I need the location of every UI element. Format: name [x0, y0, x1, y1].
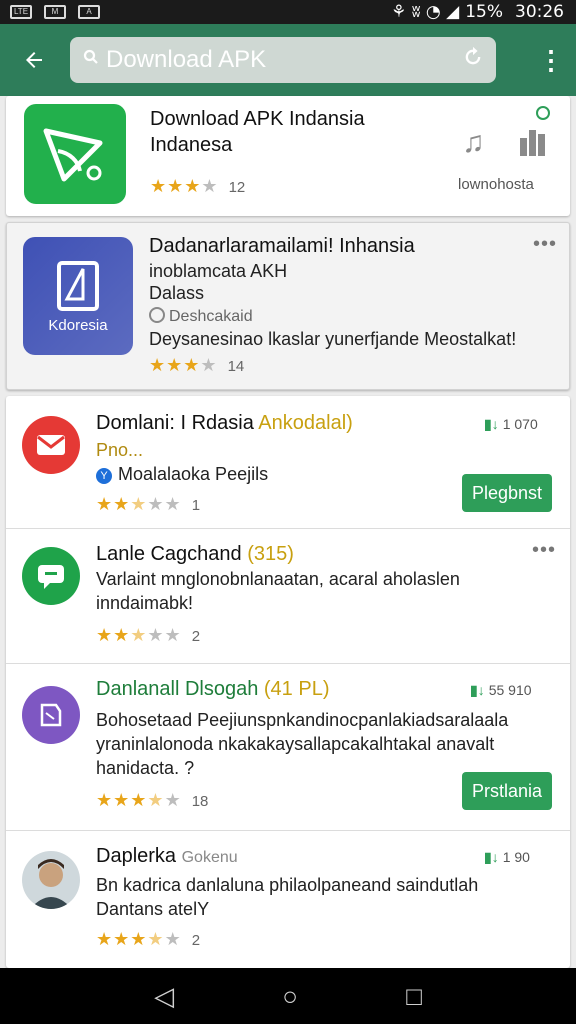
list-item-rating: ★★★★★ 2 — [96, 625, 201, 645]
mail-icon: M — [44, 5, 66, 19]
list-item[interactable]: Domlani: I Rdasia Ankodalal) Pno... Y Moa… — [6, 396, 570, 528]
signal-icons: ⚘ ʬ ◔ ◢ — [391, 2, 460, 22]
recents-nav-icon[interactable]: □ — [406, 981, 422, 1012]
list-item-desc: Bohosetaad Peejiunspnkandinocpanlakiadsa… — [96, 710, 509, 730]
list-item-size: ▮↓ 55 910 — [470, 682, 532, 698]
promo-subtitle: inoblamcata AKH — [149, 261, 288, 281]
list-item[interactable]: Lanle Cagchand (315) Varlaint mnglonobnl… — [6, 529, 570, 663]
notes-app-icon — [22, 686, 80, 744]
promo-icon-label: Kdoresia — [48, 316, 108, 334]
list-item-size: ▮↓ 1 070 — [484, 416, 538, 432]
back-arrow-icon[interactable] — [14, 40, 54, 80]
list-item-title: Lanle Cagchand (315) — [96, 543, 294, 565]
promo-developer: Deshcakaid — [149, 307, 253, 326]
music-icon[interactable]: ♫ — [462, 126, 485, 160]
app-bar: Download APK ⋮ — [0, 24, 576, 96]
verified-icon: Y — [96, 468, 112, 484]
list-item-desc-2: Dantans atelY — [96, 899, 210, 919]
featured-source: lownohosta — [458, 176, 534, 193]
list-item-rating: ★★★★★ 18 — [96, 790, 209, 810]
list-item-subtitle: Pno... — [96, 440, 144, 460]
list-item[interactable]: Daplerka Gokenu Bn kadrica danlaluna phi… — [6, 831, 570, 967]
list-item-desc: Bn kadrica danlaluna philaolpaneand sain… — [96, 875, 479, 895]
avatar — [22, 851, 80, 909]
home-nav-icon[interactable]: ○ — [282, 981, 298, 1012]
navigation-bar: ◁ ○ □ — [0, 968, 576, 1024]
list-item-title: Domlani: I Rdasia Ankodalal) — [96, 412, 353, 434]
list-item-action-button[interactable]: Plegbnst — [462, 474, 552, 512]
promo-description: Deysanesinao lkaslar yunerfjande Meostal… — [149, 329, 517, 349]
search-icon — [82, 48, 100, 72]
promo-app-card[interactable]: Kdoresia Dadanarlaramailami! Inhansia in… — [6, 222, 570, 390]
green-badge-icon — [536, 106, 550, 120]
list-item-rating: ★★★★★ 2 — [96, 929, 201, 949]
chart-icon[interactable] — [518, 124, 548, 156]
app-list: Domlani: I Rdasia Ankodalal) Pno... Y Moa… — [6, 396, 570, 968]
list-item-title: Daplerka Gokenu — [96, 845, 238, 867]
list-item-developer: Y Moalalaoka Peejils — [96, 464, 268, 485]
overflow-menu-icon[interactable]: ⋮ — [538, 45, 564, 76]
chat-app-icon — [22, 547, 80, 605]
promo-more-icon[interactable]: ••• — [533, 233, 557, 256]
home-icon: A — [78, 5, 100, 19]
featured-app-card[interactable]: Download APK Indansia Indanesa ★★★★ 12 ♫ … — [6, 96, 570, 216]
featured-app-title-2: Indanesa — [150, 134, 233, 156]
featured-app-title: Download APK Indansia — [150, 108, 365, 130]
search-query[interactable]: Download APK — [106, 46, 462, 74]
back-nav-icon[interactable]: ◁ — [154, 981, 174, 1012]
list-item-action-button[interactable]: Prstlania — [462, 772, 552, 810]
clock: 30:26 — [515, 2, 564, 22]
refresh-icon[interactable] — [462, 46, 484, 74]
list-item-more-icon[interactable]: ••• — [532, 539, 556, 562]
featured-rating-stars: ★★★★ 12 — [150, 176, 246, 196]
search-input[interactable]: Download APK — [70, 37, 496, 83]
list-item-title: Danlanall Dlsogah (41 PL) — [96, 678, 330, 700]
developer-icon — [149, 307, 165, 323]
promo-rating-stars: ★★★★ 14 — [149, 355, 245, 375]
list-item-desc-2: yraninlalonoda nkakakaysallapcakalhtakal… — [96, 734, 495, 754]
promo-rating-count: 14 — [227, 358, 245, 375]
promo-subtitle-2: Dalass — [149, 283, 205, 303]
notification-icon: LTE — [10, 5, 32, 19]
list-item[interactable]: Danlanall Dlsogah (41 PL) Bohosetaad Pee… — [6, 664, 570, 830]
featured-rating-count: 12 — [228, 179, 246, 196]
promo-app-icon: Kdoresia — [23, 237, 133, 355]
battery-percent: 15% — [465, 2, 503, 22]
list-item-desc: Varlaint mnglonobnlanaatan, acaral ahola… — [96, 569, 460, 589]
list-item-desc-3: hanidacta. ? — [96, 758, 195, 778]
list-item-rating: ★★★★★ 1 — [96, 494, 201, 514]
mail-app-icon — [22, 416, 80, 474]
featured-app-icon — [24, 104, 126, 204]
promo-title: Dadanarlaramailami! Inhansia — [149, 235, 415, 257]
list-item-desc-2: inndaimabk! — [96, 593, 194, 613]
status-bar: LTE M A ⚘ ʬ ◔ ◢ 15% 30:26 — [0, 0, 576, 24]
list-item-size: ▮↓ 1 90 — [484, 849, 530, 865]
